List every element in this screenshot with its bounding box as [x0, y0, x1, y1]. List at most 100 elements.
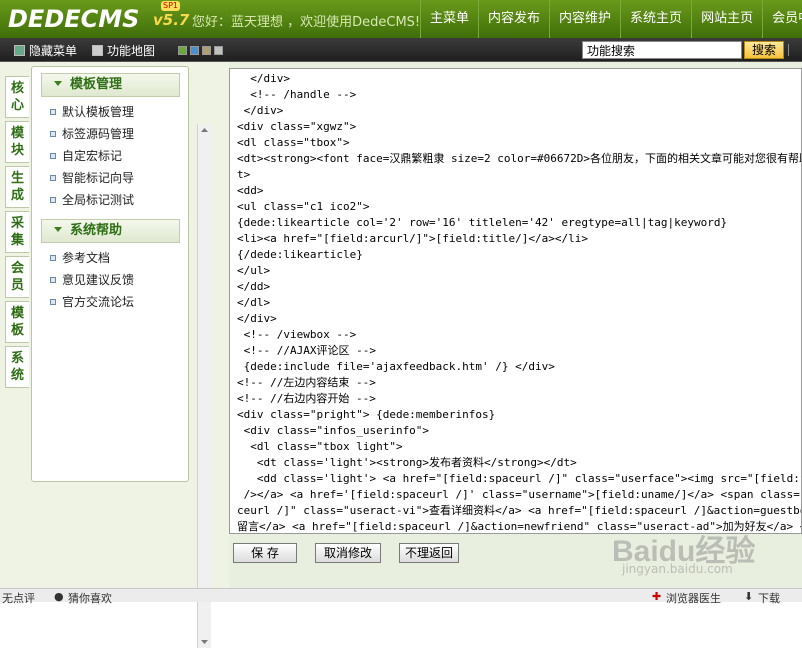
- search-button[interactable]: 搜索: [744, 41, 784, 59]
- welcome-message: 您好：蓝天理想 ，欢迎使用DedeCMS!: [192, 15, 421, 30]
- code-line: <!-- /handle -->: [237, 88, 357, 101]
- nav-content-maintain[interactable]: 内容维护: [549, 0, 620, 38]
- menu-item-default-template[interactable]: 默认模板管理: [32, 101, 188, 123]
- skin-swatch-green[interactable]: [178, 46, 187, 55]
- skin-swatch-gray[interactable]: [214, 46, 223, 55]
- menu-item-label: 官方交流论坛: [62, 295, 135, 309]
- bullet-icon: [50, 175, 56, 181]
- collapse-arrow-icon: [54, 81, 62, 86]
- code-line: </ul>: [237, 264, 271, 277]
- skin-swatches: [178, 46, 223, 55]
- back-button[interactable]: 不理返回: [399, 543, 459, 563]
- dedecms-logo: DEDECMS: [8, 5, 140, 33]
- status-browser-doctor[interactable]: 浏览器医生: [666, 590, 721, 606]
- status-like[interactable]: 猜你喜欢: [68, 590, 112, 606]
- skin-swatch-brown[interactable]: [202, 46, 211, 55]
- code-line: <!-- /viewbox -->: [237, 328, 357, 341]
- code-line: {/dede:likearticle}: [237, 248, 363, 261]
- code-line: <!-- //左边内容结束 -->: [237, 376, 376, 389]
- code-line: <div class="pright"> {dede:memberinfos}: [237, 408, 496, 421]
- bullet-icon: [50, 197, 56, 203]
- download-icon: ⬇: [744, 590, 754, 603]
- cross-icon: ✚: [652, 590, 662, 603]
- scroll-down-icon[interactable]: [200, 637, 209, 646]
- function-search-input[interactable]: [582, 41, 742, 59]
- baidu-watermark-url: jingyan.baidu.com: [622, 562, 733, 576]
- hide-menu-button[interactable]: 隐藏菜单: [14, 42, 77, 59]
- hide-menu-icon: [14, 45, 25, 56]
- code-line: t>: [237, 168, 251, 181]
- section-system-help[interactable]: 系统帮助: [41, 219, 180, 243]
- cancel-edit-button[interactable]: 取消修改: [315, 543, 381, 563]
- left-panel: 核心 模块 生成 采集 会员 模板 系统 模板管理 默认模板管理 标签源码管理 …: [0, 62, 230, 648]
- code-line: <dt class='light'><strong>发布者资料</strong>…: [237, 456, 577, 469]
- code-line: <dl class="tbox light">: [237, 440, 403, 453]
- toolbar: 隐藏菜单 功能地图 搜索: [0, 38, 802, 62]
- top-bar: DEDECMS v5.7 SP1 您好：蓝天理想 ，欢迎使用DedeCMS! 主…: [0, 0, 802, 38]
- menu-item-custom-macro[interactable]: 自定宏标记: [32, 145, 188, 167]
- menu-item-label: 自定宏标记: [62, 149, 123, 163]
- code-line: <dd class='light'> <a href="[field:space…: [237, 472, 802, 485]
- code-line: <dl class="tbox">: [237, 136, 350, 149]
- code-line: /></a> <a href='[field:spaceurl /]' clas…: [237, 488, 802, 501]
- status-download[interactable]: 下载: [758, 590, 780, 606]
- scroll-up-icon[interactable]: [200, 126, 209, 135]
- section-template-manage[interactable]: 模板管理: [41, 73, 180, 97]
- tab-generate[interactable]: 生成: [5, 166, 29, 208]
- code-line: </dd>: [237, 280, 271, 293]
- status-no-comment: 无点评: [2, 592, 35, 605]
- nav-content-publish[interactable]: 内容发布: [478, 0, 549, 38]
- code-line: <!-- //右边内容开始 -->: [237, 392, 376, 405]
- code-line: {dede:likearticle col='2' row='16' title…: [237, 216, 728, 229]
- nav-member-center[interactable]: 会员中: [762, 0, 802, 38]
- nav-main-menu[interactable]: 主菜单: [420, 0, 478, 38]
- tab-member[interactable]: 会员: [5, 256, 29, 298]
- function-map-button[interactable]: 功能地图: [92, 42, 155, 59]
- code-line: </div>: [237, 312, 277, 325]
- tab-module[interactable]: 模块: [5, 121, 29, 163]
- menu-item-official-forum[interactable]: 官方交流论坛: [32, 291, 188, 313]
- section-title: 系统帮助: [70, 223, 123, 238]
- menu-item-feedback[interactable]: 意见建议反馈: [32, 269, 188, 291]
- bullet-icon: [50, 153, 56, 159]
- save-button[interactable]: 保 存: [233, 543, 297, 563]
- status-dot-icon: ●: [54, 590, 64, 603]
- code-line: <!-- //AJAX评论区 -->: [237, 344, 376, 357]
- menu-item-smart-tag-wizard[interactable]: 智能标记向导: [32, 167, 188, 189]
- version-label: v5.7: [153, 11, 190, 29]
- section-title: 模板管理: [70, 77, 123, 92]
- function-map-label: 功能地图: [107, 44, 156, 58]
- status-bar: 无点评 ● 猜你喜欢 ✚ 浏览器医生 ⬇ 下载: [0, 588, 802, 605]
- code-line: ceurl /]" class="useract-vi">查看详细资料</a> …: [237, 504, 802, 517]
- menu-item-label: 智能标记向导: [62, 171, 135, 185]
- code-line: <div class="infos_userinfo">: [237, 424, 430, 437]
- menu-item-label: 参考文档: [62, 251, 111, 265]
- tab-core[interactable]: 核心: [5, 76, 29, 118]
- nav-site-home[interactable]: 网站主页: [691, 0, 762, 38]
- template-code-editor[interactable]: </div> <!-- /handle --> </div> <div class…: [229, 68, 802, 534]
- sp-badge: SP1: [161, 1, 180, 11]
- menu-item-label: 默认模板管理: [62, 105, 135, 119]
- menu-panel: 模板管理 默认模板管理 标签源码管理 自定宏标记 智能标记向导 全局标记测试 系…: [31, 66, 189, 482]
- menu-item-label: 标签源码管理: [62, 127, 135, 141]
- code-line: </div>: [237, 104, 284, 117]
- code-content: </div> <!-- /handle --> </div> <div class…: [237, 71, 802, 533]
- nav-system-home[interactable]: 系统主页: [620, 0, 691, 38]
- code-line: <dt><strong><font face=汉鼎繁粗隶 size=2 colo…: [237, 152, 802, 165]
- hide-menu-label: 隐藏菜单: [29, 44, 78, 58]
- vertical-tabs: 核心 模块 生成 采集 会员 模板 系统: [5, 76, 31, 391]
- menu-item-label: 全局标记测试: [62, 193, 135, 207]
- menu-item-reference-docs[interactable]: 参考文档: [32, 247, 188, 269]
- bullet-icon: [50, 131, 56, 137]
- tab-system[interactable]: 系统: [5, 346, 29, 388]
- collapse-arrow-icon: [54, 227, 62, 232]
- code-line: </div>: [237, 72, 290, 85]
- menu-item-tag-source[interactable]: 标签源码管理: [32, 123, 188, 145]
- tab-template[interactable]: 模板: [5, 301, 29, 343]
- bullet-icon: [50, 277, 56, 283]
- tab-collect[interactable]: 采集: [5, 211, 29, 253]
- menu-item-global-tag-test[interactable]: 全局标记测试: [32, 189, 188, 211]
- grid-icon: [92, 45, 103, 56]
- left-scrollbar[interactable]: [197, 124, 211, 648]
- skin-swatch-blue[interactable]: [190, 46, 199, 55]
